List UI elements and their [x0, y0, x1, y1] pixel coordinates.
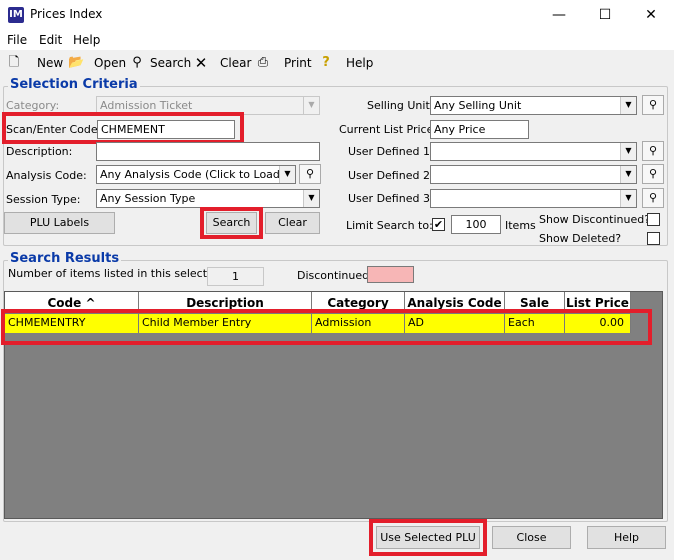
user-defined-3-dropdown[interactable]: ▼: [430, 189, 637, 208]
binoculars-icon[interactable]: ⚲: [642, 141, 664, 161]
app-icon: IM: [8, 7, 24, 23]
user-defined-3-label: User Defined 3:: [348, 192, 434, 205]
plu-labels-button[interactable]: PLU Labels: [4, 212, 115, 234]
binoculars-icon[interactable]: ⚲: [642, 188, 664, 208]
binoculars-icon[interactable]: ⚲: [642, 95, 664, 115]
session-type-dropdown[interactable]: Any Session Type ▼: [96, 189, 320, 208]
search-results-title: Search Results: [8, 251, 122, 266]
toolbar-search[interactable]: Search: [150, 56, 191, 70]
dropdown-arrow-icon[interactable]: ▼: [620, 143, 636, 160]
items-count-label: Number of items listed in this selection…: [8, 267, 228, 280]
dropdown-arrow-icon: ▼: [303, 97, 319, 114]
discontinued-color-swatch: [367, 266, 414, 283]
list-price-label: Current List Price:: [339, 123, 438, 136]
toolbar-new[interactable]: New: [37, 56, 63, 70]
clear-x-icon[interactable]: ✕: [193, 55, 209, 71]
selling-unit-label: Selling Unit:: [367, 99, 434, 112]
menu-edit[interactable]: Edit: [39, 33, 62, 47]
analysis-code-label: Analysis Code:: [6, 169, 87, 182]
new-icon[interactable]: 🗋: [6, 55, 22, 71]
limit-search-label: Limit Search to:: [346, 219, 433, 232]
toolbar-open[interactable]: Open: [94, 56, 126, 70]
checkbox-check-icon: ✔: [433, 218, 444, 231]
dropdown-arrow-icon[interactable]: ▼: [620, 97, 636, 114]
session-type-label: Session Type:: [6, 193, 81, 206]
selection-criteria-title: Selection Criteria: [8, 77, 140, 92]
dropdown-arrow-icon[interactable]: ▼: [620, 190, 636, 207]
description-input[interactable]: [96, 142, 320, 161]
toolbar-help[interactable]: Help: [346, 56, 373, 70]
show-discontinued-label: Show Discontinued?: [539, 213, 651, 226]
list-price-input[interactable]: Any Price: [430, 120, 529, 139]
toolbar: 🗋 New 📂 Open ⚲ Search ✕ Clear ⎙ Print ? …: [0, 51, 674, 75]
highlight-search-button: [200, 207, 263, 239]
close-button[interactable]: Close: [492, 526, 571, 549]
dropdown-arrow-icon[interactable]: ▼: [279, 166, 295, 183]
items-count-value: 1: [207, 267, 264, 286]
toolbar-clear[interactable]: Clear: [220, 56, 251, 70]
show-deleted-checkbox[interactable]: [647, 232, 660, 245]
selling-unit-value: Any Selling Unit: [434, 99, 522, 112]
analysis-code-value: Any Analysis Code (Click to Load): [100, 168, 285, 181]
highlight-use-selected-plu: [369, 519, 487, 556]
items-label: Items: [505, 219, 536, 232]
help-question-icon[interactable]: ?: [318, 55, 334, 71]
minimize-button[interactable]: —: [536, 0, 582, 30]
user-defined-2-label: User Defined 2:: [348, 169, 434, 182]
menu-bar: File Edit Help: [0, 30, 674, 50]
show-discontinued-checkbox[interactable]: [647, 213, 660, 226]
binoculars-icon[interactable]: ⚲: [642, 164, 664, 184]
menu-help[interactable]: Help: [73, 33, 100, 47]
user-defined-1-label: User Defined 1:: [348, 145, 434, 158]
limit-search-input[interactable]: 100: [451, 215, 501, 234]
show-deleted-label: Show Deleted?: [539, 232, 622, 245]
dropdown-arrow-icon[interactable]: ▼: [303, 190, 319, 207]
user-defined-1-dropdown[interactable]: ▼: [430, 142, 637, 161]
maximize-button[interactable]: ☐: [582, 0, 628, 30]
category-label: Category:: [6, 99, 60, 112]
selling-unit-dropdown[interactable]: Any Selling Unit ▼: [430, 96, 637, 115]
highlight-result-row: [1, 309, 652, 345]
discontinued-legend-label: Discontinued: [297, 269, 370, 282]
help-button[interactable]: Help: [587, 526, 666, 549]
menu-file[interactable]: File: [7, 33, 27, 47]
dropdown-arrow-icon[interactable]: ▼: [620, 166, 636, 183]
open-folder-icon[interactable]: 📂: [68, 55, 84, 71]
analysis-code-dropdown[interactable]: Any Analysis Code (Click to Load) ▼: [96, 165, 296, 184]
binoculars-icon[interactable]: ⚲: [299, 164, 321, 184]
close-window-button[interactable]: ✕: [628, 0, 674, 30]
window-title: Prices Index: [30, 7, 103, 21]
category-value: Admission Ticket: [100, 99, 193, 112]
limit-search-checkbox[interactable]: ✔: [432, 218, 445, 231]
user-defined-2-dropdown[interactable]: ▼: [430, 165, 637, 184]
binoculars-icon[interactable]: ⚲: [129, 55, 145, 71]
clear-button[interactable]: Clear: [265, 212, 320, 234]
session-type-value: Any Session Type: [100, 192, 196, 205]
printer-icon[interactable]: ⎙: [255, 55, 271, 71]
description-label: Description:: [6, 145, 73, 158]
toolbar-print[interactable]: Print: [284, 56, 312, 70]
title-bar: IM Prices Index — ☐ ✕: [0, 0, 674, 30]
highlight-scan-code: [2, 112, 244, 144]
